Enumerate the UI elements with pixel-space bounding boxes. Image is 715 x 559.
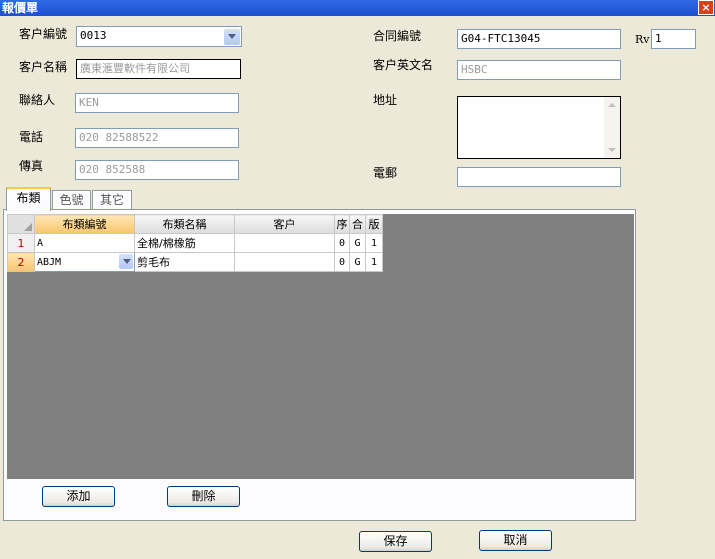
customer-name-label: 客户名稱 (19, 60, 68, 74)
column-header-fabric-code[interactable]: 布類編號 (34, 214, 135, 234)
customer-code-select[interactable]: 0013 (76, 26, 242, 47)
column-header-fabric-name[interactable]: 布類名稱 (134, 214, 235, 234)
scroll-down-icon[interactable] (604, 142, 620, 158)
column-header-customer[interactable]: 客户 (234, 214, 335, 234)
cell-customer[interactable] (234, 233, 335, 253)
table-row[interactable]: 1 A 全棉/棉橡筋 0 G 1 (7, 233, 383, 253)
cell-customer[interactable] (234, 252, 335, 272)
column-header-seq[interactable]: 序 (334, 214, 350, 234)
fax-field[interactable]: 020 852588 (75, 160, 239, 180)
customer-code-value: 0013 (80, 29, 107, 42)
table-row[interactable]: 2 ABJM 剪毛布 0 G 1 (7, 252, 383, 272)
rv-label: Rv (635, 33, 650, 46)
phone-field[interactable]: 020 82588522 (75, 128, 239, 148)
window-title: 報價單 (2, 1, 39, 15)
customer-en-label: 客户英文名 (373, 58, 434, 72)
contract-no-label: 合同編號 (373, 29, 422, 43)
tab-fabric[interactable]: 布類 (6, 187, 51, 211)
address-textarea[interactable] (457, 96, 621, 159)
contact-field[interactable]: KEN (75, 93, 239, 113)
contact-label: 聯絡人 (19, 93, 56, 107)
cell-fabric-name[interactable]: 剪毛布 (134, 252, 235, 272)
grid-corner[interactable] (7, 214, 35, 234)
cancel-button[interactable]: 取消 (479, 530, 552, 551)
email-label: 電郵 (373, 166, 398, 180)
fabric-grid: 布類編號 布類名稱 客户 序 合 版 1 A 全棉/棉橡筋 0 G 1 2 AB… (7, 214, 383, 272)
chevron-down-icon[interactable] (119, 254, 133, 269)
email-field[interactable] (457, 167, 621, 187)
cell-ban[interactable]: 1 (365, 252, 383, 272)
close-button[interactable]: × (698, 0, 714, 15)
column-header-ban[interactable]: 版 (365, 214, 383, 234)
cell-ban[interactable]: 1 (365, 233, 383, 253)
row-number[interactable]: 2 (7, 252, 35, 272)
cell-seq[interactable]: 0 (334, 252, 350, 272)
customer-name-field[interactable]: 廣東滙豐軟件有限公司 (76, 59, 241, 79)
save-button[interactable]: 保存 (359, 531, 432, 552)
cell-he[interactable]: G (349, 252, 366, 272)
scroll-up-icon[interactable] (604, 97, 620, 113)
customer-code-label: 客户編號 (19, 27, 68, 41)
address-label: 地址 (373, 93, 398, 107)
address-scrollbar[interactable] (604, 97, 620, 158)
title-bar: 報價單 × (0, 0, 715, 16)
fax-label: 傳真 (19, 159, 44, 173)
tab-other[interactable]: 其它 (92, 190, 132, 209)
cell-fabric-code-editor[interactable]: ABJM (34, 252, 135, 272)
add-button[interactable]: 添加 (42, 486, 115, 507)
cell-he[interactable]: G (349, 233, 366, 253)
cell-fabric-code[interactable]: A (34, 233, 135, 253)
contract-no-field[interactable]: G04-FTC13045 (457, 29, 621, 49)
cell-fabric-name[interactable]: 全棉/棉橡筋 (134, 233, 235, 253)
cell-fabric-code: ABJM (37, 256, 62, 268)
column-header-he[interactable]: 合 (349, 214, 366, 234)
delete-button[interactable]: 刪除 (167, 486, 240, 507)
rv-field[interactable]: 1 (651, 29, 696, 49)
phone-label: 電話 (19, 130, 44, 144)
customer-en-field[interactable]: HSBC (457, 60, 621, 80)
chevron-down-icon[interactable] (224, 29, 240, 45)
cell-seq[interactable]: 0 (334, 233, 350, 253)
tab-color[interactable]: 色號 (52, 190, 91, 209)
row-number[interactable]: 1 (7, 233, 35, 253)
